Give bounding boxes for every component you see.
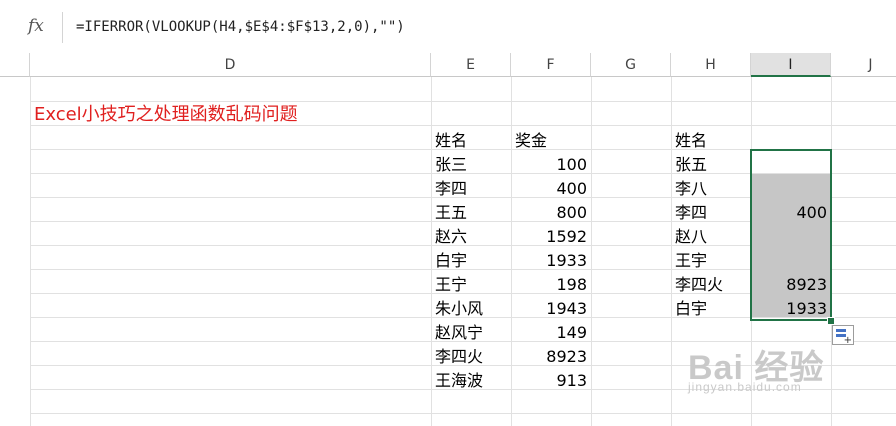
gridline — [30, 413, 896, 414]
lookup-name-cell[interactable]: 李八 — [675, 177, 707, 201]
lookup-name-cell[interactable]: 李四火 — [675, 273, 723, 297]
header-bonus-f[interactable]: 奖金 — [515, 129, 547, 153]
source-name-cell[interactable]: 李四 — [435, 177, 467, 201]
source-bonus-cell[interactable]: 1943 — [511, 297, 587, 321]
column-header-f[interactable]: F — [511, 53, 591, 77]
source-name-cell[interactable]: 白宇 — [435, 249, 467, 273]
gridline — [671, 77, 672, 426]
lookup-name-cell[interactable]: 李四 — [675, 201, 707, 225]
source-bonus-cell[interactable]: 198 — [511, 273, 587, 297]
source-name-cell[interactable]: 王宁 — [435, 273, 467, 297]
source-bonus-cell[interactable]: 1933 — [511, 249, 587, 273]
gridline — [30, 101, 896, 102]
source-bonus-cell[interactable]: 149 — [511, 321, 587, 345]
select-all-corner[interactable] — [0, 53, 30, 77]
header-name-e[interactable]: 姓名 — [435, 129, 467, 153]
gridline — [30, 77, 31, 426]
selection-border — [750, 149, 832, 321]
baidu-watermark: Bai 经验 jingyan.baidu.com — [688, 340, 888, 400]
column-header-h[interactable]: H — [671, 53, 751, 77]
quick-analysis-icon — [836, 329, 846, 332]
lookup-name-cell[interactable]: 张五 — [675, 153, 707, 177]
column-header-i[interactable]: I — [751, 53, 831, 77]
formula-input[interactable]: =IFERROR(VLOOKUP(H4,$E$4:$F$13,2,0),"") — [68, 12, 896, 43]
source-bonus-cell[interactable]: 800 — [511, 201, 587, 225]
fill-handle[interactable] — [827, 317, 835, 325]
column-header-e[interactable]: E — [431, 53, 511, 77]
source-bonus-cell[interactable]: 400 — [511, 177, 587, 201]
column-header-j[interactable]: J — [831, 53, 896, 77]
source-name-cell[interactable]: 朱小风 — [435, 297, 483, 321]
source-name-cell[interactable]: 赵六 — [435, 225, 467, 249]
column-header-g[interactable]: G — [591, 53, 671, 77]
formula-bar: fx =IFERROR(VLOOKUP(H4,$E$4:$F$13,2,0),"… — [0, 0, 896, 53]
insert-function-area[interactable]: fx — [0, 12, 63, 43]
gridline — [431, 77, 432, 426]
sheet-title[interactable]: Excel小技巧之处理函数乱码问题 — [34, 103, 298, 127]
source-bonus-cell[interactable]: 8923 — [511, 345, 587, 369]
insert-function-icon[interactable]: fx — [28, 16, 44, 36]
source-name-cell[interactable]: 李四火 — [435, 345, 483, 369]
source-bonus-cell[interactable]: 100 — [511, 153, 587, 177]
gridline — [591, 77, 592, 426]
source-name-cell[interactable]: 赵风宁 — [435, 321, 483, 345]
source-name-cell[interactable]: 张三 — [435, 153, 467, 177]
source-name-cell[interactable]: 王五 — [435, 201, 467, 225]
watermark-site: jingyan.baidu.com — [688, 380, 802, 394]
column-header-d[interactable]: D — [30, 53, 431, 77]
header-name-h[interactable]: 姓名 — [675, 129, 707, 153]
lookup-name-cell[interactable]: 赵八 — [675, 225, 707, 249]
lookup-name-cell[interactable]: 白宇 — [675, 297, 707, 321]
lookup-name-cell[interactable]: 王宇 — [675, 249, 707, 273]
source-bonus-cell[interactable]: 913 — [511, 369, 587, 393]
source-name-cell[interactable]: 王海波 — [435, 369, 483, 393]
source-bonus-cell[interactable]: 1592 — [511, 225, 587, 249]
